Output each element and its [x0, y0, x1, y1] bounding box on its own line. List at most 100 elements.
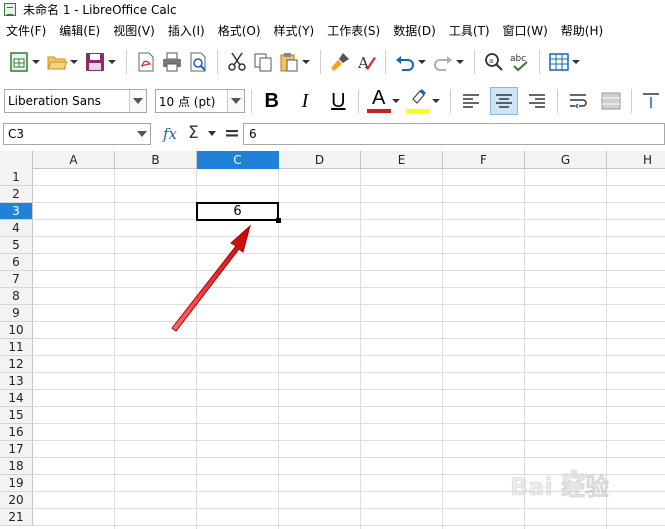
menu-file[interactable]: 文件(F) [6, 22, 46, 39]
underline-button[interactable]: U [325, 87, 352, 115]
row-header-21[interactable]: 21 [0, 509, 33, 526]
save-button[interactable] [82, 49, 108, 75]
align-center-icon [495, 94, 512, 108]
font-color-dropdown-arrow[interactable] [392, 88, 400, 114]
spelling-button[interactable]: abc [507, 49, 533, 75]
name-box-dropdown-arrow[interactable] [134, 124, 150, 144]
wrap-text-button[interactable] [564, 87, 591, 115]
row-header-17[interactable]: 17 [0, 441, 33, 458]
clone-formatting-button[interactable] [327, 49, 353, 75]
function-wizard-icon[interactable]: fx [163, 125, 177, 143]
row-header-2[interactable]: 2 [0, 186, 33, 203]
highlight-color-dropdown-arrow[interactable] [432, 88, 440, 114]
align-right-button[interactable] [523, 87, 550, 115]
row-header-3[interactable]: 3 [0, 203, 33, 220]
font-name-combo[interactable]: Liberation Sans [4, 89, 148, 113]
menu-help[interactable]: 帮助(H) [561, 22, 603, 39]
menu-window[interactable]: 窗口(W) [503, 22, 548, 39]
row-header-10[interactable]: 10 [0, 322, 33, 339]
column-header-c[interactable]: C [197, 151, 279, 169]
font-size-dropdown-arrow[interactable] [227, 90, 244, 112]
open-button[interactable] [44, 49, 70, 75]
font-name-dropdown-arrow[interactable] [129, 90, 147, 112]
formula-equals-icon[interactable]: = [224, 122, 240, 144]
italic-button[interactable]: I [291, 87, 318, 115]
sum-dropdown-arrow[interactable] [208, 131, 216, 136]
column-header-e[interactable]: E [361, 151, 443, 169]
paste-dropdown-arrow[interactable] [302, 49, 310, 75]
row-header-14[interactable]: 14 [0, 390, 33, 407]
save-dropdown-arrow[interactable] [108, 49, 116, 75]
toolbar-separator [449, 89, 451, 113]
column-header-a[interactable]: A [33, 151, 115, 169]
fill-handle[interactable] [276, 218, 281, 223]
print-preview-button[interactable] [185, 49, 211, 75]
row-column-dropdown-arrow[interactable] [572, 49, 580, 75]
font-color-glyph: A [372, 86, 386, 109]
cut-button[interactable] [224, 49, 250, 75]
column-header-f[interactable]: F [443, 151, 525, 169]
row-header-9[interactable]: 9 [0, 305, 33, 322]
find-replace-button[interactable]: a [481, 49, 507, 75]
row-header-20[interactable]: 20 [0, 492, 33, 509]
row-header-15[interactable]: 15 [0, 407, 33, 424]
row-header-18[interactable]: 18 [0, 458, 33, 475]
font-color-button[interactable]: A [365, 87, 392, 115]
font-size-combo[interactable]: 10 点 (pt) [154, 89, 245, 113]
redo-button[interactable] [430, 49, 456, 75]
active-cell-c3[interactable]: 6 [196, 202, 279, 221]
open-dropdown-arrow[interactable] [70, 49, 78, 75]
undo-button[interactable] [392, 49, 418, 75]
table-grid-icon [549, 53, 569, 71]
find-replace-icon: a [485, 53, 503, 71]
print-button[interactable] [159, 49, 185, 75]
redo-dropdown-arrow[interactable] [456, 49, 464, 75]
row-header-5[interactable]: 5 [0, 237, 33, 254]
align-center-button[interactable] [490, 87, 518, 115]
menu-sheet[interactable]: 工作表(S) [327, 22, 380, 39]
column-header-b[interactable]: B [115, 151, 197, 169]
paste-button[interactable] [276, 49, 302, 75]
column-header-g[interactable]: G [525, 151, 607, 169]
row-header-8[interactable]: 8 [0, 288, 33, 305]
new-dropdown-arrow[interactable] [32, 49, 40, 75]
row-header-6[interactable]: 6 [0, 254, 33, 271]
row-header-4[interactable]: 4 [0, 220, 33, 237]
row-header-7[interactable]: 7 [0, 271, 33, 288]
row-header-13[interactable]: 13 [0, 373, 33, 390]
row-column-button[interactable] [546, 49, 572, 75]
row-header-19[interactable]: 19 [0, 475, 33, 492]
new-spreadsheet-button[interactable] [6, 49, 32, 75]
menu-styles[interactable]: 样式(Y) [274, 22, 315, 39]
font-size-value[interactable]: 10 点 (pt) [156, 93, 227, 110]
menu-format[interactable]: 格式(O) [218, 22, 261, 39]
merge-cells-button[interactable] [597, 87, 624, 115]
window-title: 未命名 1 - LibreOffice Calc [23, 2, 177, 17]
highlight-color-button[interactable] [404, 87, 431, 115]
formula-input[interactable]: 6 [243, 123, 665, 145]
align-left-button[interactable] [457, 87, 484, 115]
row-header-12[interactable]: 12 [0, 356, 33, 373]
sum-icon[interactable]: Σ [188, 123, 199, 143]
row-header-1[interactable]: 1 [0, 169, 33, 186]
undo-dropdown-arrow[interactable] [418, 49, 426, 75]
align-top-button[interactable] [638, 87, 665, 115]
export-pdf-button[interactable] [133, 49, 159, 75]
column-header-d[interactable]: D [279, 151, 361, 169]
font-name-value[interactable]: Liberation Sans [5, 94, 129, 108]
column-header-h[interactable]: H [607, 151, 665, 169]
menu-insert[interactable]: 插入(I) [168, 22, 205, 39]
row-header-11[interactable]: 11 [0, 339, 33, 356]
select-all-corner[interactable] [0, 151, 33, 169]
bold-button[interactable]: B [258, 87, 285, 115]
menu-tools[interactable]: 工具(T) [449, 22, 490, 39]
row-header-16[interactable]: 16 [0, 424, 33, 441]
copy-button[interactable] [250, 49, 276, 75]
name-box-value[interactable]: C3 [4, 127, 134, 141]
name-box[interactable]: C3 [3, 123, 151, 145]
grid-hline [33, 253, 665, 254]
menu-view[interactable]: 视图(V) [113, 22, 155, 39]
menu-edit[interactable]: 编辑(E) [59, 22, 100, 39]
menu-data[interactable]: 数据(D) [393, 22, 436, 39]
clear-formatting-button[interactable]: A [353, 49, 379, 75]
